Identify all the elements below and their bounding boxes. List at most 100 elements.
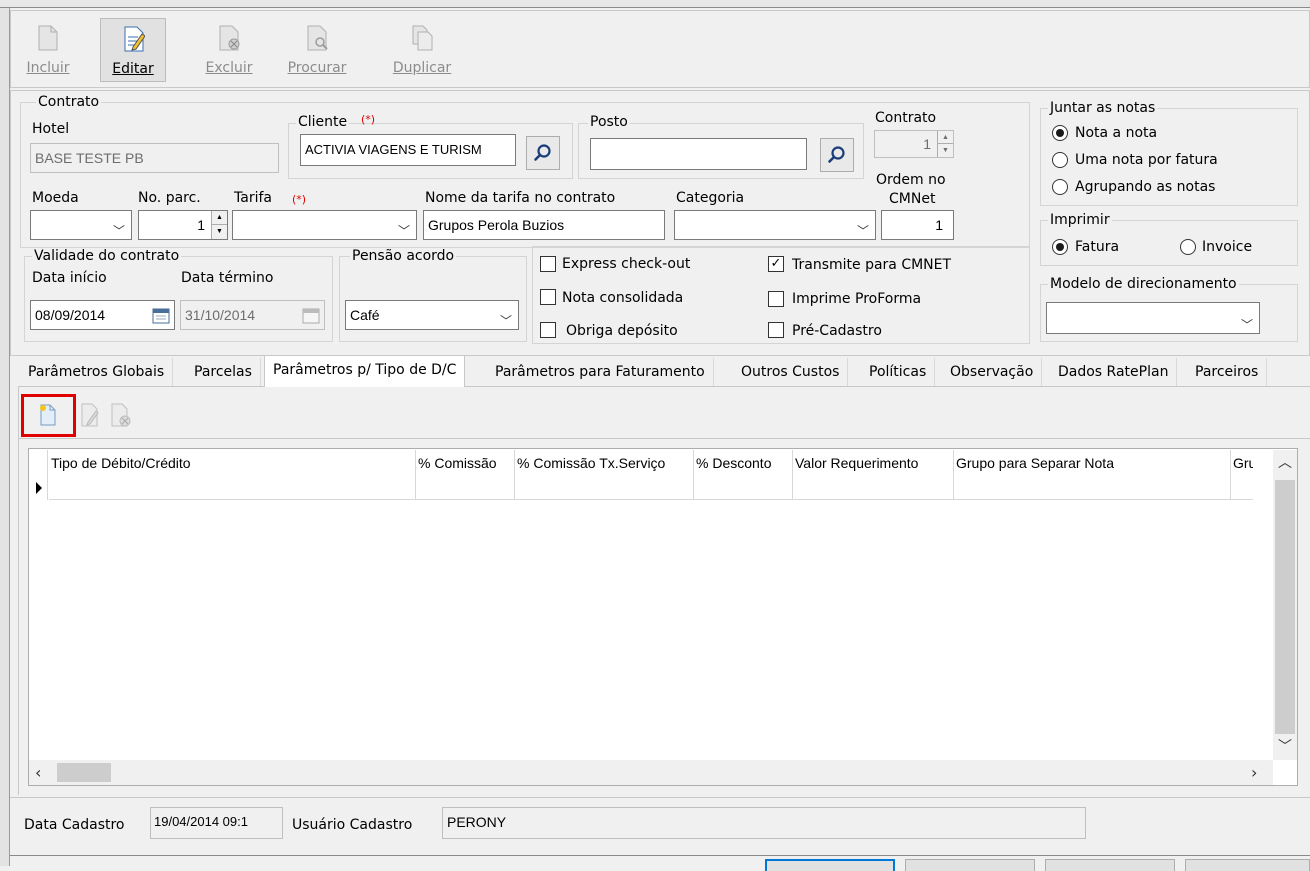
imprimir-fatura-radio[interactable]: [1052, 239, 1068, 255]
parc-stepper[interactable]: 1 ▲ ▼: [138, 210, 228, 240]
editar-button[interactable]: Editar: [100, 18, 166, 82]
modelo-select[interactable]: ﹀: [1046, 302, 1260, 334]
obriga-deposito-label: Obriga depósito: [566, 323, 678, 339]
grid-horizontal-scrollbar[interactable]: ‹ ›: [29, 760, 1273, 785]
juntar-nota-a-nota-radio[interactable]: [1052, 125, 1068, 141]
col-grup-truncated[interactable]: Grup: [1231, 450, 1253, 476]
posto-input[interactable]: [590, 138, 807, 170]
tab-dados-rateplan[interactable]: Dados RatePlan: [1050, 358, 1178, 386]
top-strip: [0, 0, 1310, 8]
posto-label: Posto: [588, 114, 630, 130]
col-tipo-debito-credito[interactable]: Tipo de Débito/Crédito: [49, 450, 416, 476]
data-termino-input[interactable]: 31/10/2014: [180, 300, 325, 330]
tab-parametros-globais[interactable]: Parâmetros Globais: [20, 358, 174, 386]
table-row-cell[interactable]: [1231, 476, 1253, 500]
bottom-button-4[interactable]: [1185, 859, 1310, 871]
grid-vertical-scrollbar[interactable]: ︿ ﹀: [1273, 450, 1297, 760]
tab-parametros-faturamento[interactable]: Parâmetros para Faturamento: [487, 358, 714, 386]
tab-observacao[interactable]: Observação: [942, 358, 1043, 386]
data-inicio-input[interactable]: 08/09/2014: [30, 300, 175, 330]
moeda-select[interactable]: ﹀: [30, 210, 132, 240]
scroll-left-arrow[interactable]: ‹: [35, 760, 53, 785]
juntar-agrupando-radio[interactable]: [1052, 179, 1068, 195]
parc-label: No. parc.: [138, 190, 201, 206]
tab-parcelas[interactable]: Parcelas: [186, 358, 261, 386]
tab-parametros-tipo-dc[interactable]: Parâmetros p/ Tipo de D/C: [264, 355, 466, 387]
tab-parceiros[interactable]: Parceiros: [1187, 358, 1268, 386]
nome-tarifa-label: Nome da tarifa no contrato: [425, 190, 616, 206]
table-row-cell[interactable]: [694, 476, 793, 500]
calendar-icon[interactable]: [302, 306, 320, 324]
bottom-button-2[interactable]: [905, 859, 1035, 871]
col-valor-requerimento[interactable]: Valor Requerimento: [793, 450, 954, 476]
tarifa-select[interactable]: ﹀: [232, 210, 417, 240]
categoria-select[interactable]: ﹀: [674, 210, 876, 240]
pre-cadastro-checkbox[interactable]: [768, 322, 784, 338]
footer-divider: [10, 797, 1310, 798]
cliente-search-button[interactable]: [526, 136, 560, 170]
table-row-cell[interactable]: [954, 476, 1231, 500]
edit-document-icon: [124, 26, 145, 52]
table-row-cell[interactable]: [49, 476, 416, 500]
grid-row-indicator-header: [29, 450, 48, 476]
left-frame-edge: [0, 8, 10, 866]
table-row-cell[interactable]: [793, 476, 954, 500]
incluir-button[interactable]: Incluir: [15, 18, 81, 82]
juntar-uma-nota-radio[interactable]: [1052, 152, 1068, 168]
delete-document-icon: [219, 25, 240, 51]
tab-outros-custos[interactable]: Outros Custos: [733, 358, 849, 386]
contrato-group-title: Contrato: [36, 94, 102, 110]
juntar-uma-nota-label: Uma nota por fatura: [1075, 152, 1218, 168]
contrato-number-label: Contrato: [875, 110, 937, 126]
duplicar-button[interactable]: Duplicar: [389, 18, 455, 82]
grid-delete-icon[interactable]: [110, 402, 132, 428]
bottom-button-primary[interactable]: [765, 859, 895, 871]
duplicar-label: Duplicar: [392, 60, 452, 76]
modelo-group-title: Modelo de direcionamento: [1048, 276, 1239, 292]
excluir-label: Excluir: [205, 60, 253, 76]
imprime-proforma-checkbox[interactable]: [768, 291, 784, 307]
express-checkout-checkbox[interactable]: [540, 256, 556, 272]
procurar-button[interactable]: Procurar: [284, 18, 350, 82]
chevron-down-icon: ﹀: [112, 224, 125, 238]
imprimir-invoice-radio[interactable]: [1180, 239, 1196, 255]
nota-consolidada-checkbox[interactable]: [540, 289, 556, 305]
cliente-input[interactable]: ACTIVIA VIAGENS E TURISM: [300, 134, 516, 166]
excluir-button[interactable]: Excluir: [196, 18, 262, 82]
pre-cadastro-label: Pré-Cadastro: [792, 323, 882, 339]
pensao-select[interactable]: Café ﹀: [345, 300, 519, 330]
juntar-group-title: Juntar as notas: [1048, 100, 1158, 116]
chevron-down-icon: ﹀: [856, 224, 869, 238]
imprime-proforma-label: Imprime ProForma: [792, 291, 922, 307]
moeda-label: Moeda: [32, 190, 79, 206]
posto-search-button[interactable]: [820, 138, 854, 172]
col-grupo-separar-nota[interactable]: Grupo para Separar Nota: [954, 450, 1231, 476]
calendar-icon[interactable]: [152, 306, 170, 324]
transmite-cmnet-label: Transmite para CMNET: [792, 257, 952, 273]
procurar-label: Procurar: [287, 60, 347, 76]
juntar-nota-a-nota-label: Nota a nota: [1075, 125, 1158, 141]
transmite-cmnet-checkbox[interactable]: ✓: [768, 256, 784, 272]
nome-tarifa-input[interactable]: Grupos Perola Buzios: [423, 210, 665, 240]
new-document-icon: [38, 25, 58, 51]
imprimir-fatura-label: Fatura: [1075, 239, 1120, 255]
tab-politicas[interactable]: Políticas: [861, 358, 936, 386]
pensao-group-title: Pensão acordo: [350, 248, 457, 264]
scroll-up-arrow[interactable]: ︿: [1273, 450, 1297, 476]
table-row-cell[interactable]: [515, 476, 694, 500]
obriga-deposito-checkbox[interactable]: [540, 322, 556, 338]
grid-edit-icon[interactable]: [80, 402, 100, 428]
col-comissao-tx-servico[interactable]: % Comissão Tx.Serviço: [515, 450, 694, 476]
col-desconto[interactable]: % Desconto: [694, 450, 793, 476]
bottom-button-3[interactable]: [1045, 859, 1175, 871]
contrato-number-stepper[interactable]: 1 ▲ ▼: [874, 130, 954, 158]
scroll-right-arrow[interactable]: ›: [1251, 760, 1269, 785]
scroll-down-arrow[interactable]: ﹀: [1273, 734, 1297, 760]
grid-add-button[interactable]: [21, 394, 76, 437]
scroll-thumb-horizontal[interactable]: [57, 763, 111, 782]
data-cadastro-label: Data Cadastro: [24, 817, 125, 833]
table-row-cell[interactable]: [416, 476, 515, 500]
ordem-input[interactable]: 1: [881, 210, 954, 240]
scroll-thumb-vertical[interactable]: [1275, 480, 1295, 734]
col-comissao[interactable]: % Comissão: [416, 450, 515, 476]
